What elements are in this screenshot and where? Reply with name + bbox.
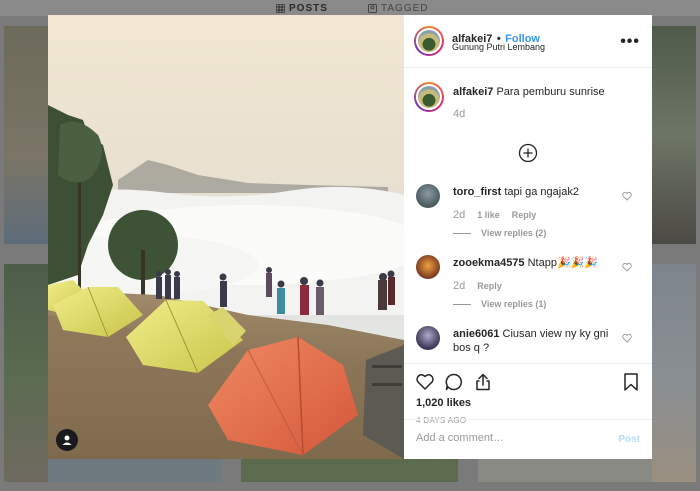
- comment-icon[interactable]: [444, 372, 464, 392]
- post-comment-button[interactable]: Post: [618, 434, 640, 445]
- comment-username[interactable]: toro_first: [453, 186, 501, 198]
- comment-input[interactable]: [416, 432, 606, 444]
- comment-likes-count[interactable]: 1 like: [477, 210, 500, 220]
- view-replies-button[interactable]: View replies (2): [453, 228, 546, 238]
- post-image[interactable]: [48, 15, 404, 459]
- avatar[interactable]: [414, 26, 444, 56]
- post-header: alfakei7 • Follow Gunung Putri Lembang •…: [404, 15, 652, 68]
- caption-meta: 4d: [453, 108, 465, 120]
- reply-button[interactable]: Reply: [512, 210, 537, 220]
- comments-list[interactable]: alfakei7 Para pemburu sunrise 4d toro_fi…: [404, 68, 652, 363]
- comment-avatar[interactable]: [416, 326, 440, 350]
- comment-like-icon[interactable]: [622, 333, 632, 343]
- reply-button[interactable]: Reply: [477, 281, 502, 291]
- comment-age[interactable]: 2d: [453, 280, 465, 292]
- grid-icon: [276, 4, 285, 13]
- user-tag-icon: [62, 435, 72, 445]
- tab-posts-label: POSTS: [289, 3, 328, 14]
- comment-like-icon[interactable]: [622, 191, 632, 201]
- replies-divider: [453, 303, 471, 305]
- comment-username[interactable]: zooekma4575: [453, 257, 525, 269]
- comment-avatar[interactable]: [416, 255, 440, 279]
- bookmark-icon[interactable]: [622, 372, 640, 392]
- comment-meta: 2d Reply: [453, 280, 502, 292]
- tab-tagged[interactable]: TAGGED: [368, 3, 428, 14]
- add-comment-bar: Post: [404, 419, 652, 459]
- post-details-panel: alfakei7 • Follow Gunung Putri Lembang •…: [404, 15, 652, 459]
- comment-meta: 2d 1 like Reply: [453, 209, 536, 221]
- replies-divider: [453, 232, 471, 234]
- share-icon[interactable]: [473, 372, 493, 392]
- comment-text: tapi ga ngajak2: [504, 186, 579, 198]
- tab-tagged-label: TAGGED: [381, 3, 429, 14]
- post-location[interactable]: Gunung Putri Lembang: [452, 42, 545, 52]
- profile-tabs: POSTS TAGGED: [0, 0, 700, 16]
- caption-username[interactable]: alfakei7: [453, 86, 493, 98]
- user-tag-button[interactable]: [56, 429, 78, 451]
- caption-text: Para pemburu sunrise: [496, 86, 605, 98]
- grid-thumbnail[interactable]: [48, 459, 221, 482]
- caption-age[interactable]: 4d: [453, 108, 465, 120]
- comment-username[interactable]: anie6061: [453, 328, 499, 340]
- tab-posts[interactable]: POSTS: [276, 3, 328, 14]
- plus-circle-icon: [518, 143, 538, 163]
- grid-thumbnail[interactable]: [652, 26, 696, 244]
- comment-age[interactable]: 2d: [453, 209, 465, 221]
- comment-item: zooekma4575 Ntapp🎉🎉🎉: [453, 256, 623, 270]
- tag-icon: [368, 4, 377, 13]
- view-replies-label: View replies (2): [481, 228, 547, 238]
- comment-avatar[interactable]: [416, 184, 440, 208]
- caption-avatar[interactable]: [414, 82, 444, 112]
- grid-thumbnail[interactable]: [4, 264, 48, 482]
- comment-like-icon[interactable]: [622, 262, 632, 272]
- view-replies-label: View replies (1): [481, 299, 547, 309]
- comment-item: toro_first tapi ga ngajak2: [453, 185, 623, 199]
- grid-thumbnail[interactable]: [478, 459, 652, 482]
- grid-thumbnail[interactable]: [652, 264, 696, 482]
- comment-item: anie6061 Ciusan view ny ky gni bos q ?: [453, 327, 623, 355]
- likes-count[interactable]: 1,020 likes: [416, 397, 471, 409]
- load-more-comments-button[interactable]: [518, 143, 538, 163]
- grid-thumbnail[interactable]: [241, 459, 458, 482]
- grid-thumbnail[interactable]: [4, 26, 48, 244]
- heart-icon[interactable]: [415, 372, 435, 392]
- camping-sunrise-photo: [48, 15, 404, 459]
- comment-text: Ntapp🎉🎉🎉: [527, 257, 599, 269]
- view-replies-button[interactable]: View replies (1): [453, 299, 546, 309]
- more-options-icon[interactable]: •••: [620, 33, 640, 51]
- caption: alfakei7 Para pemburu sunrise: [453, 85, 623, 99]
